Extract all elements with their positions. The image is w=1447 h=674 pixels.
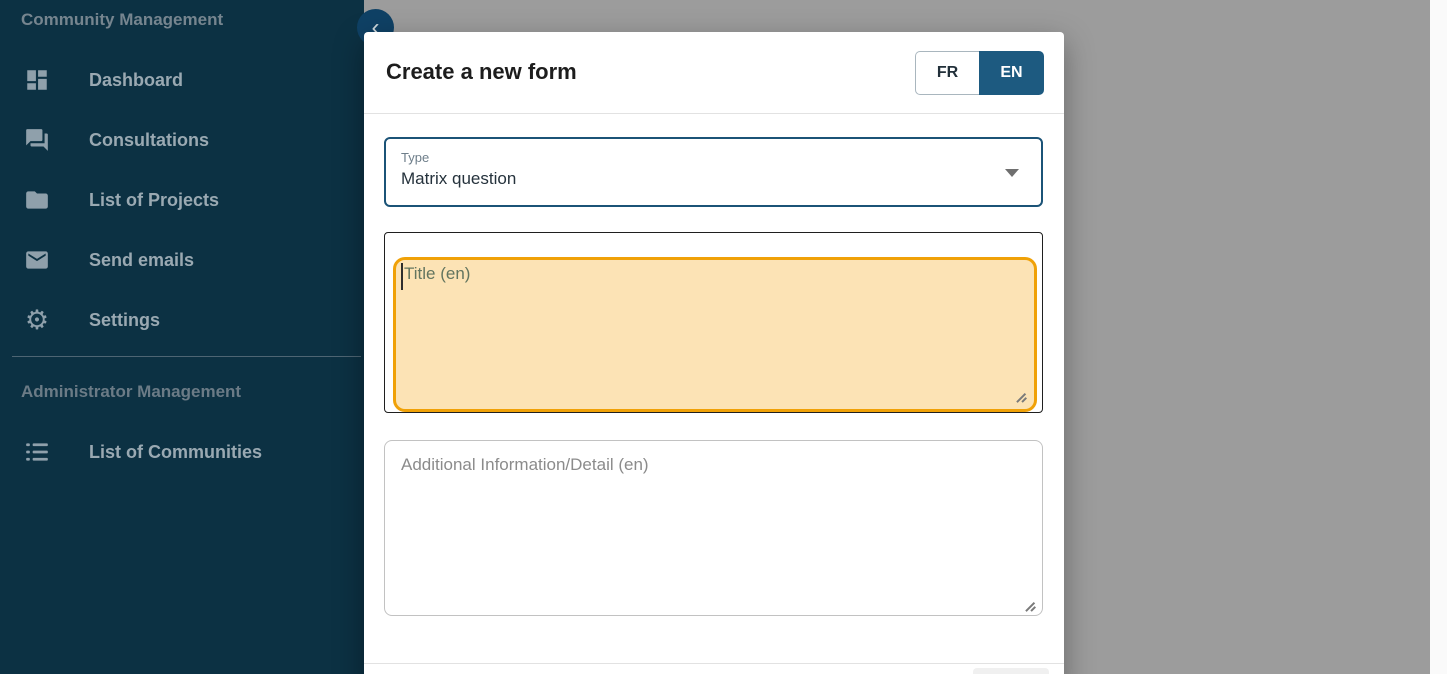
sidebar-item-settings[interactable]: ⚙ Settings — [0, 298, 364, 342]
language-toggle: FR EN — [915, 51, 1044, 95]
sidebar-item-projects[interactable]: List of Projects — [0, 178, 364, 222]
lang-en-button[interactable]: EN — [979, 51, 1044, 95]
sidebar-section-community: Community Management — [0, 0, 364, 30]
lang-fr-button[interactable]: FR — [915, 51, 979, 95]
sidebar: Community Management Dashboard Consultat… — [0, 0, 364, 674]
dialog-header-divider — [364, 113, 1064, 114]
dashboard-icon — [24, 67, 50, 93]
select-caret-icon — [1005, 169, 1019, 177]
sidebar-item-label: Consultations — [89, 130, 209, 151]
text-caret — [401, 263, 403, 290]
create-form-dialog: Create a new form FR EN Type Matrix ques… — [364, 32, 1064, 674]
title-textarea[interactable] — [393, 257, 1037, 412]
dialog-footer-divider — [364, 663, 1064, 664]
list-icon — [24, 439, 50, 465]
sidebar-divider — [12, 356, 361, 357]
right-scroll-strip[interactable] — [1430, 0, 1447, 674]
sidebar-item-label: List of Projects — [89, 190, 219, 211]
sidebar-item-label: Dashboard — [89, 70, 183, 91]
sidebar-item-label: Settings — [89, 310, 160, 331]
gear-icon: ⚙ — [24, 307, 50, 333]
type-select-value: Matrix question — [401, 169, 516, 189]
sidebar-item-communities[interactable]: List of Communities — [0, 430, 364, 474]
dialog-title: Create a new form — [386, 59, 577, 85]
sidebar-item-send-emails[interactable]: Send emails — [0, 238, 364, 282]
type-select-label: Type — [401, 150, 429, 165]
consultations-icon — [24, 127, 50, 153]
folder-icon — [24, 187, 50, 213]
sidebar-item-label: List of Communities — [89, 442, 262, 463]
mail-icon — [24, 247, 50, 273]
dialog-footer-button[interactable] — [973, 668, 1049, 674]
detail-textarea[interactable] — [384, 440, 1043, 616]
sidebar-item-consultations[interactable]: Consultations — [0, 118, 364, 162]
type-select[interactable]: Type Matrix question — [384, 137, 1043, 207]
sidebar-item-dashboard[interactable]: Dashboard — [0, 58, 364, 102]
sidebar-item-label: Send emails — [89, 250, 194, 271]
sidebar-section-admin: Administrator Management — [0, 372, 241, 402]
title-field-group — [384, 232, 1043, 413]
